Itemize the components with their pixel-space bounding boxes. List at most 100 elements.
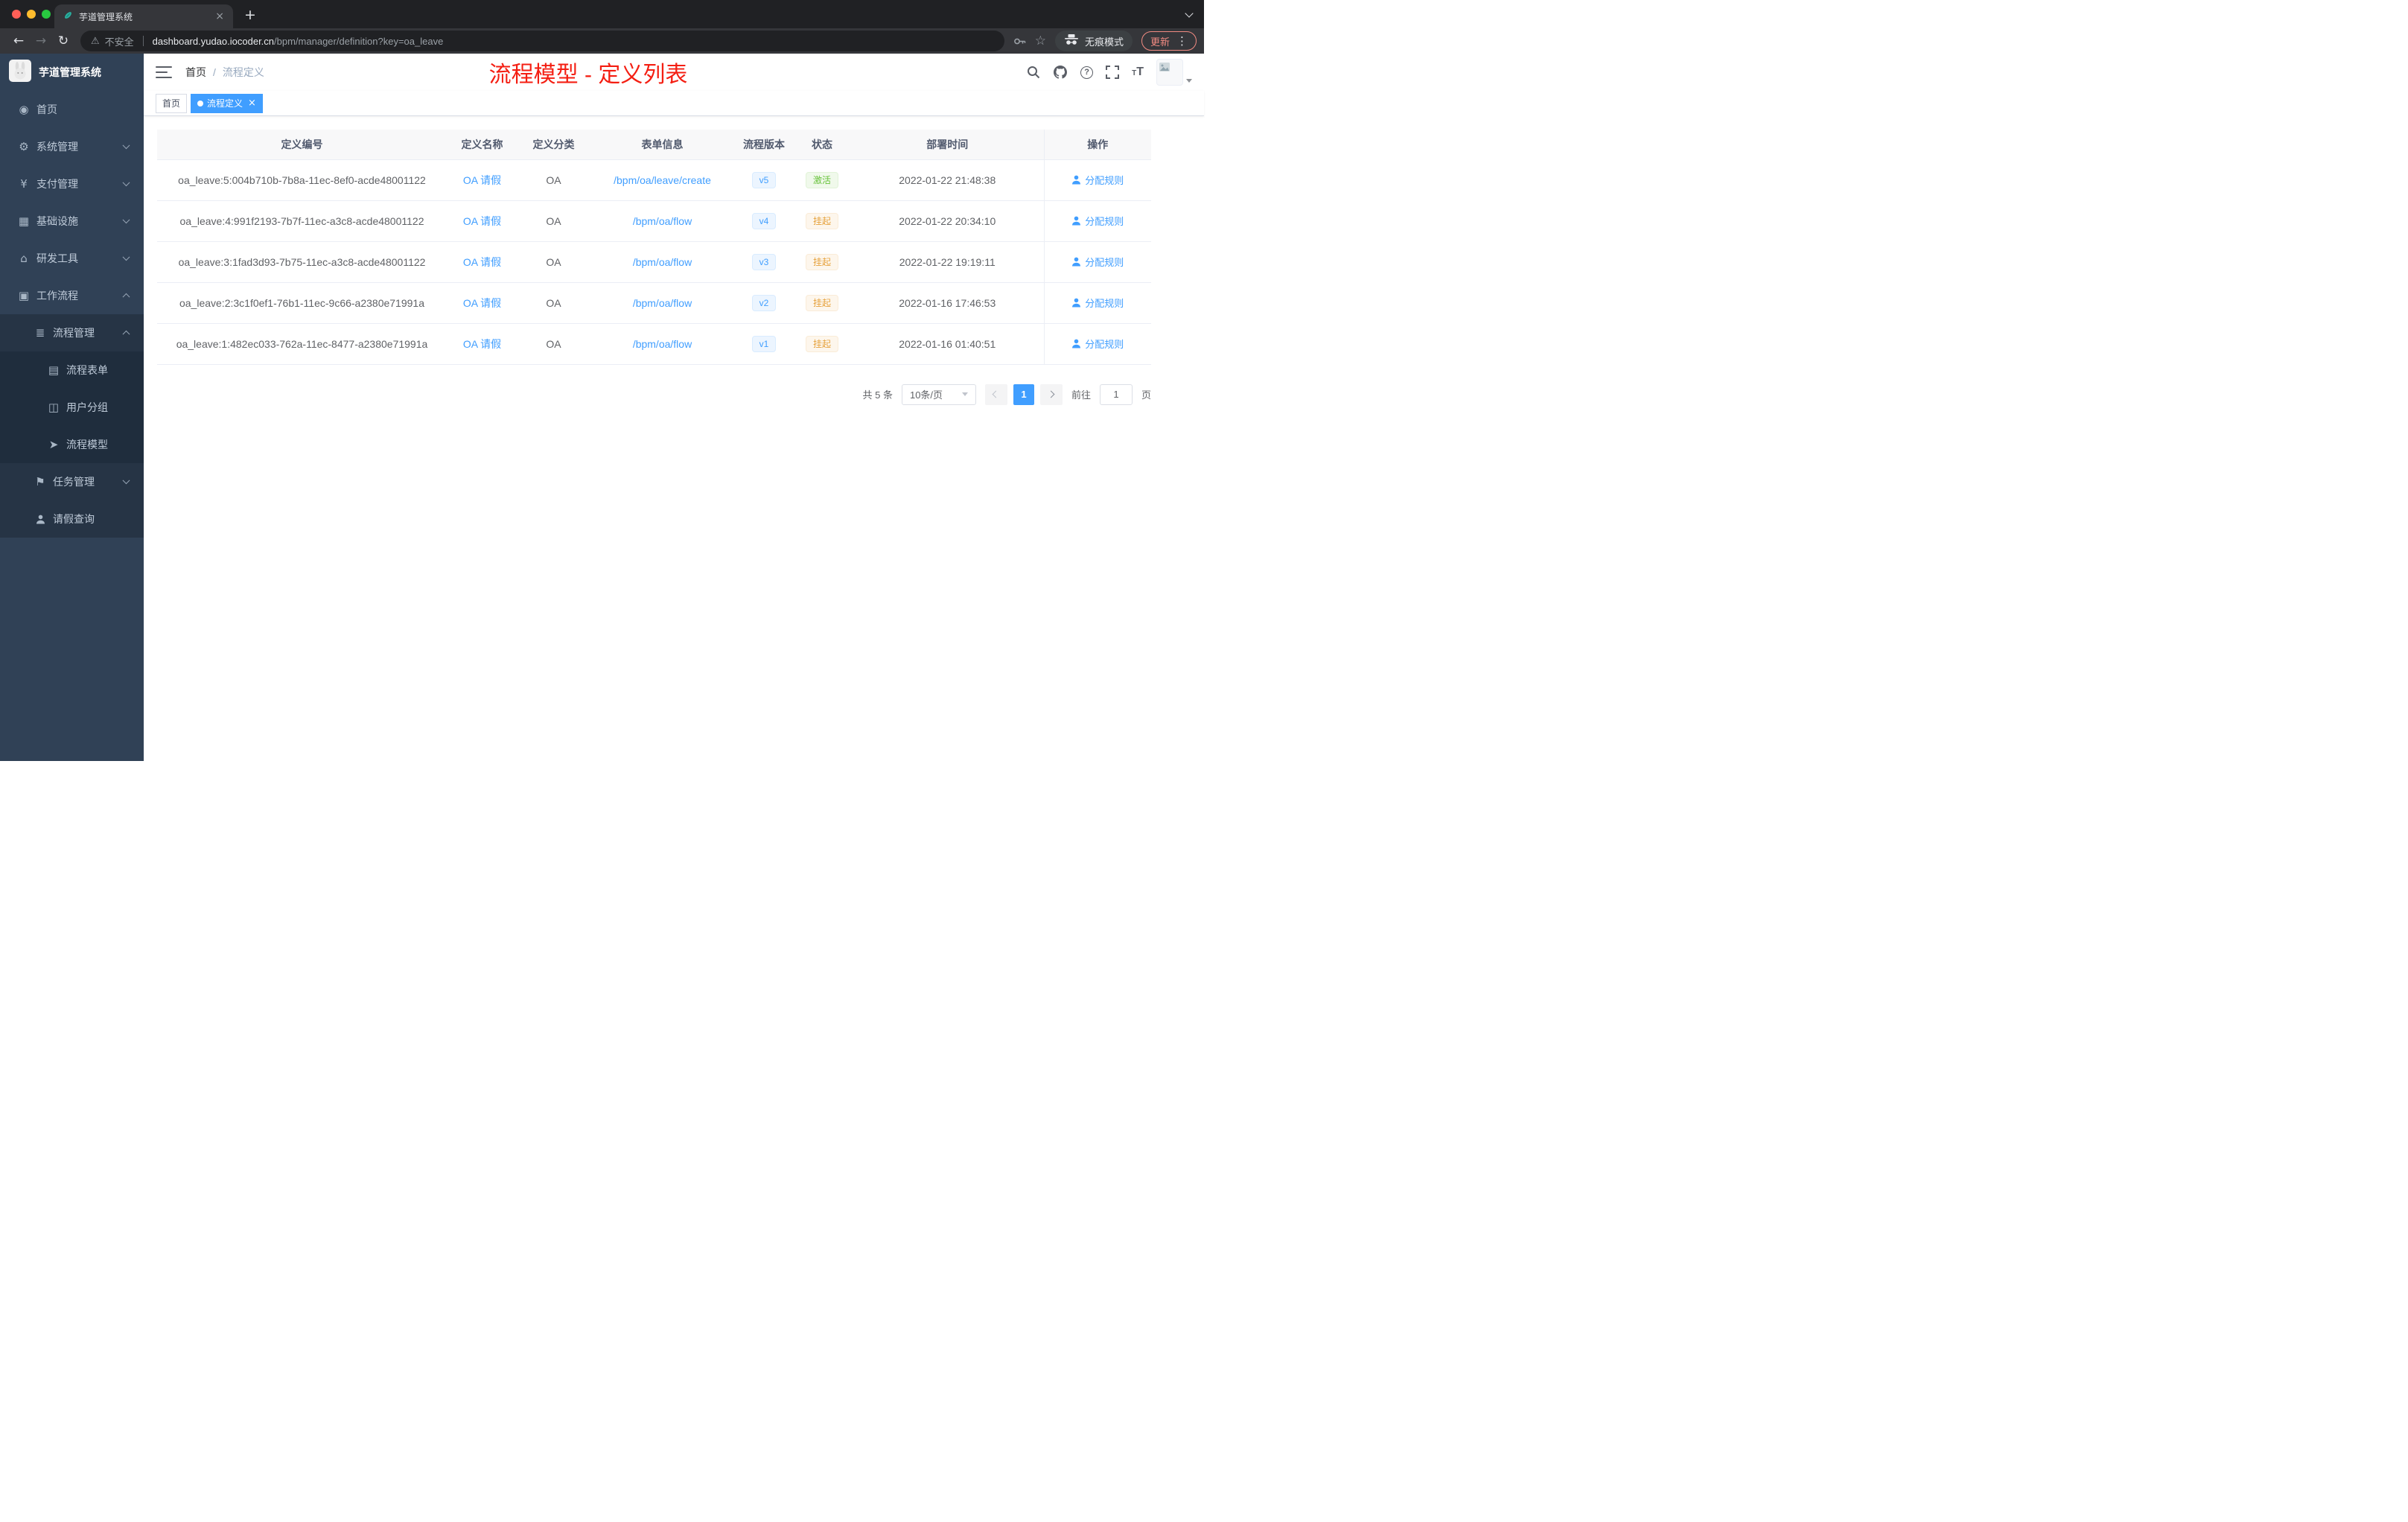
definition-name-cell: OA 请假	[447, 159, 517, 201]
assign-rule-link[interactable]: 分配规则	[1071, 296, 1124, 310]
operation-cell: 分配规则	[1043, 323, 1151, 365]
col-operation: 操作	[1043, 130, 1151, 160]
col-definition-category: 定义分类	[517, 130, 590, 160]
process-model-icon: ➤	[48, 438, 59, 451]
page-1-button[interactable]: 1	[1013, 383, 1034, 405]
chevron-down-icon[interactable]	[1185, 9, 1194, 18]
incognito-badge: 无痕模式	[1054, 31, 1133, 51]
version-tag: v1	[751, 335, 777, 352]
reload-button[interactable]: ↻	[52, 30, 74, 52]
assign-rule-link[interactable]: 分配规则	[1071, 173, 1124, 187]
form-link[interactable]: /bpm/oa/flow	[633, 297, 692, 309]
sidebar-item-7[interactable]: ▤ 流程表单	[0, 351, 144, 389]
assign-rule-link[interactable]: 分配规则	[1071, 255, 1124, 269]
sidebar-item-label: 研发工具	[36, 252, 78, 264]
sidebar-item-11[interactable]: 请假查询	[0, 500, 144, 538]
goto-page-input[interactable]	[1099, 383, 1133, 405]
sidebar-item-label: 流程表单	[66, 364, 108, 376]
chevron-down-icon	[122, 477, 130, 485]
app-title: 芋道管理系统	[39, 66, 101, 78]
tag-process-definition[interactable]: 流程定义 ×	[191, 93, 263, 113]
definition-category-cell: OA	[517, 200, 590, 242]
breadcrumb-home[interactable]: 首页	[185, 65, 206, 80]
form-info-cell: /bpm/oa/leave/create	[590, 159, 735, 201]
sidebar-item-2[interactable]: ¥ 支付管理	[0, 165, 144, 203]
update-button[interactable]: 更新 ⋮	[1141, 31, 1197, 51]
form-link[interactable]: /bpm/oa/leave/create	[614, 174, 711, 186]
incognito-label: 无痕模式	[1084, 36, 1124, 48]
col-process-version: 流程版本	[735, 130, 793, 160]
sidebar-item-0[interactable]: ◉ 首页	[0, 91, 144, 128]
tab-title: 芋道管理系统	[79, 11, 133, 22]
avatar[interactable]	[1156, 59, 1183, 86]
form-info-cell: /bpm/oa/flow	[590, 282, 735, 324]
deploy-time-cell: 2022-01-16 17:46:53	[851, 282, 1044, 324]
kebab-menu-icon[interactable]: ⋮	[1176, 34, 1188, 48]
prev-page-button[interactable]	[984, 383, 1007, 405]
person-icon	[1071, 216, 1081, 226]
sidebar-item-10[interactable]: ⚑ 任务管理	[0, 463, 144, 500]
form-link[interactable]: /bpm/oa/flow	[633, 256, 692, 268]
assign-rule-link[interactable]: 分配规则	[1071, 214, 1124, 228]
definition-name-link[interactable]: OA 请假	[463, 297, 501, 309]
hamburger-icon[interactable]	[156, 66, 172, 79]
definition-name-link[interactable]: OA 请假	[463, 256, 501, 268]
close-icon[interactable]: ×	[248, 98, 256, 108]
address-bar[interactable]: ⚠ 不安全 dashboard.yudao.iocoder.cn/bpm/man…	[80, 31, 1004, 51]
table-row: oa_leave:2:3c1f0ef1-76b1-11ec-9c66-a2380…	[157, 282, 1151, 324]
breadcrumb-separator: /	[213, 66, 216, 78]
fullscreen-icon[interactable]	[1106, 66, 1120, 79]
task-icon: ⚑	[35, 475, 45, 488]
definition-name-cell: OA 请假	[447, 241, 517, 283]
breadcrumb-current: 流程定义	[222, 66, 264, 78]
user-menu[interactable]	[1156, 59, 1192, 86]
bookmark-star-icon[interactable]: ☆	[1035, 34, 1046, 48]
sidebar-item-8[interactable]: ◫ 用户分组	[0, 389, 144, 426]
pagination: 共 5 条 10条/页 1 前往 页	[157, 383, 1151, 405]
app-frame: 芋道管理系统 ◉ 首页 ⚙ 系统管理 ¥ 支付管理 ▦ 基础设施 ⌂ 研发工具 ▣ 工作流程 ≣ 流程管理…	[0, 54, 1204, 761]
github-icon[interactable]	[1053, 65, 1068, 80]
sidebar-item-label: 请假查询	[53, 513, 95, 525]
sidebar-item-6[interactable]: ≣ 流程管理	[0, 314, 144, 351]
process-version-cell: v5	[735, 159, 793, 201]
help-icon[interactable]: ?	[1080, 66, 1094, 79]
divider	[142, 36, 144, 46]
definition-name-link[interactable]: OA 请假	[463, 338, 501, 350]
assign-rule-link[interactable]: 分配规则	[1071, 337, 1124, 351]
version-tag: v2	[751, 294, 777, 311]
status-cell: 激活	[793, 159, 851, 201]
browser-chrome: 芋道管理系统 × + ← → ↻ ⚠ 不安全 dashboard.yudao.i…	[0, 0, 1204, 54]
definition-name-link[interactable]: OA 请假	[463, 215, 501, 227]
search-icon[interactable]	[1027, 66, 1040, 79]
close-window-button[interactable]	[12, 10, 21, 19]
new-tab-button[interactable]: +	[239, 4, 261, 26]
sidebar-item-9[interactable]: ➤ 流程模型	[0, 426, 144, 463]
logo-row[interactable]: 芋道管理系统	[0, 54, 144, 91]
sidebar-item-3[interactable]: ▦ 基础设施	[0, 203, 144, 240]
font-size-icon[interactable]: TT	[1132, 66, 1144, 79]
col-definition-name: 定义名称	[447, 130, 517, 160]
page-size-select[interactable]: 10条/页	[901, 383, 976, 405]
warning-icon: ⚠	[91, 35, 100, 47]
sidebar-item-5[interactable]: ▣ 工作流程	[0, 277, 144, 314]
process-version-cell: v2	[735, 282, 793, 324]
form-link[interactable]: /bpm/oa/flow	[633, 215, 692, 227]
minimize-window-button[interactable]	[27, 10, 36, 19]
col-definition-id: 定义编号	[157, 130, 447, 160]
browser-tab[interactable]: 芋道管理系统 ×	[54, 4, 233, 28]
definition-name-link[interactable]: OA 请假	[463, 174, 501, 186]
url-host: dashboard.yudao.iocoder.cn	[152, 35, 275, 47]
status-cell: 挂起	[793, 323, 851, 365]
form-link[interactable]: /bpm/oa/flow	[633, 338, 692, 350]
zoom-window-button[interactable]	[42, 10, 51, 19]
key-icon[interactable]	[1013, 35, 1026, 48]
sidebar-item-4[interactable]: ⌂ 研发工具	[0, 240, 144, 277]
sidebar-item-label: 基础设施	[36, 215, 78, 227]
back-button[interactable]: ←	[7, 30, 30, 52]
sidebar-menu: ◉ 首页 ⚙ 系统管理 ¥ 支付管理 ▦ 基础设施 ⌂ 研发工具 ▣ 工作流程 ≣ 流程管理 ▤ 流程表单 ◫ 用…	[0, 91, 144, 538]
sidebar-item-1[interactable]: ⚙ 系统管理	[0, 128, 144, 165]
next-page-button[interactable]	[1039, 383, 1063, 405]
forward-button[interactable]: →	[30, 30, 52, 52]
tag-home[interactable]: 首页	[156, 93, 188, 113]
tab-close-icon[interactable]: ×	[215, 10, 224, 22]
